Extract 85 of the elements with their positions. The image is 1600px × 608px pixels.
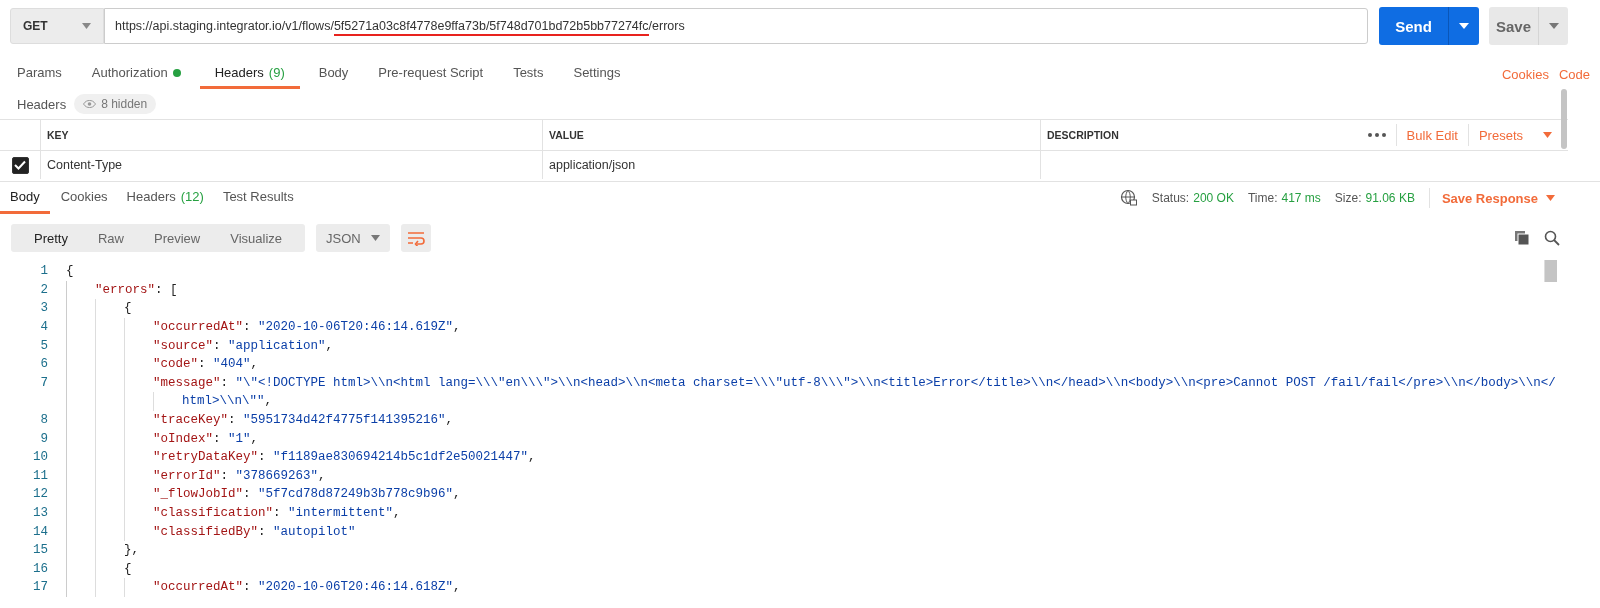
line-number: 3 [39, 301, 49, 316]
hidden-headers-button[interactable]: 8 hidden [74, 94, 157, 114]
scrollbar[interactable] [1561, 89, 1567, 149]
code-line: "occurredAt": "2020-10-06T20:46:14.619Z", [153, 320, 461, 335]
request-tab[interactable]: Authorization [80, 59, 192, 89]
line-number: 15 [32, 543, 49, 558]
table-cell: Content-Type [40, 151, 542, 179]
scrollbar[interactable] [1544, 260, 1557, 282]
request-tab[interactable]: Settings [562, 59, 632, 89]
view-mode-tab[interactable]: Visualize [215, 224, 298, 252]
status-value: 417 ms [1281, 191, 1321, 205]
status-label: Status: [1151, 191, 1190, 205]
caret-icon [1543, 132, 1552, 138]
code-line: "_flowJobId": "5f7cd78d87249b3b778c9b96", [153, 487, 461, 502]
code-line: { [124, 301, 132, 316]
view-mode-tab[interactable]: Pretty [19, 224, 83, 252]
line-number: 1 [39, 264, 49, 279]
more-icon[interactable] [1367, 133, 1386, 137]
status-value: 200 OK [1193, 191, 1234, 205]
table-cell: application/json [542, 151, 1040, 179]
request-tab[interactable]: Params [6, 59, 73, 89]
line-number: 5 [39, 338, 49, 353]
status-label: Time: [1247, 191, 1278, 205]
code-line: "retryDataKey": "f1189ae830694214b5c1df2e50021447", [153, 450, 536, 465]
line-number: 17 [32, 580, 49, 595]
line-number: 2 [39, 282, 49, 297]
copy-icon[interactable] [1514, 230, 1530, 246]
wrap-lines-icon [406, 230, 427, 246]
code-line: "classifiedBy": "autopilot" [153, 524, 356, 539]
line-number: 14 [32, 524, 49, 539]
code-line: html>\\n\"", [182, 394, 273, 409]
code-line: "source": "application", [153, 338, 334, 353]
save-button[interactable]: Save [1489, 7, 1538, 45]
caret-icon [82, 23, 91, 29]
line-number: 7 [39, 375, 49, 390]
line-number: 11 [32, 468, 49, 483]
response-tab[interactable]: Body [0, 182, 50, 214]
status-label: Size: [1334, 191, 1362, 205]
line-number: 10 [32, 450, 49, 465]
view-mode-tab[interactable]: Raw [82, 224, 139, 252]
code-line: "occurredAt": "2020-10-06T20:46:14.618Z", [153, 580, 461, 595]
code-line: "traceKey": "5951734d42f4775f141395216", [153, 413, 454, 428]
code-line: "classification": "intermittent", [153, 506, 401, 520]
send-button[interactable]: Send [1379, 7, 1448, 45]
column-header: KEY [40, 120, 542, 150]
line-number: 8 [39, 413, 49, 428]
save-options-button[interactable] [1538, 7, 1568, 45]
method-dropdown[interactable]: GET [10, 8, 104, 44]
section-title: Headers [17, 96, 67, 112]
code-line: "code": "404", [153, 357, 259, 372]
code-line: "message": "\"<!DOCTYPE html>\\n<html lang=\\\"en\\\">\\n<head>\\n<meta charset=\\\"utf-8\\\">\\n<title>Error</title>\\n</head>\\n<body>\\n<pre>Cannot POST /fail/fail</pre>\\n</body>\\n</ [153, 375, 1556, 390]
column-header: VALUE [542, 120, 1040, 150]
code-line: }, [124, 543, 139, 558]
search-icon[interactable] [1544, 230, 1560, 246]
code-line: "errorId": "378669263", [153, 468, 326, 483]
caret-icon [1548, 23, 1559, 29]
status-value: 91.06 KB [1365, 191, 1415, 205]
request-tab[interactable]: Tests [502, 59, 555, 89]
line-number: 9 [39, 431, 49, 446]
column-header: DESCRIPTION [1047, 129, 1119, 141]
format-dropdown[interactable]: JSON [316, 224, 391, 252]
line-number: 16 [32, 561, 49, 576]
response-tab[interactable]: Cookies [52, 182, 116, 214]
request-tab[interactable]: Pre-request Script [367, 59, 495, 89]
response-tab[interactable]: Headers (12) [118, 182, 212, 214]
url-field[interactable]: https://api.staging.integrator.io/v1/flows/5f5271a03c8f4778e9ffa73b/5f748d701bd72b5bb77274fc/errors [104, 8, 1368, 44]
request-tab[interactable]: Body [307, 59, 360, 89]
response-tab[interactable]: Test Results [214, 182, 302, 214]
code-line: { [124, 561, 132, 576]
code-line: "errors": [ [95, 282, 178, 297]
line-number: 12 [32, 487, 49, 502]
code-line: "oIndex": "1", [153, 431, 259, 446]
code-line: { [66, 264, 74, 279]
caret-icon [1459, 23, 1469, 29]
line-number: 4 [39, 320, 49, 335]
caret-icon [371, 235, 381, 241]
line-number: 13 [32, 506, 49, 520]
request-tab[interactable]: Headers (9) [199, 59, 300, 89]
checkbox[interactable] [11, 156, 29, 174]
line-number: 6 [39, 357, 49, 372]
eye-icon [83, 100, 97, 108]
view-mode-tab[interactable]: Preview [139, 224, 216, 252]
send-options-button[interactable] [1448, 7, 1479, 45]
globe-lock-icon[interactable] [1119, 189, 1138, 207]
caret-icon [1546, 195, 1555, 201]
